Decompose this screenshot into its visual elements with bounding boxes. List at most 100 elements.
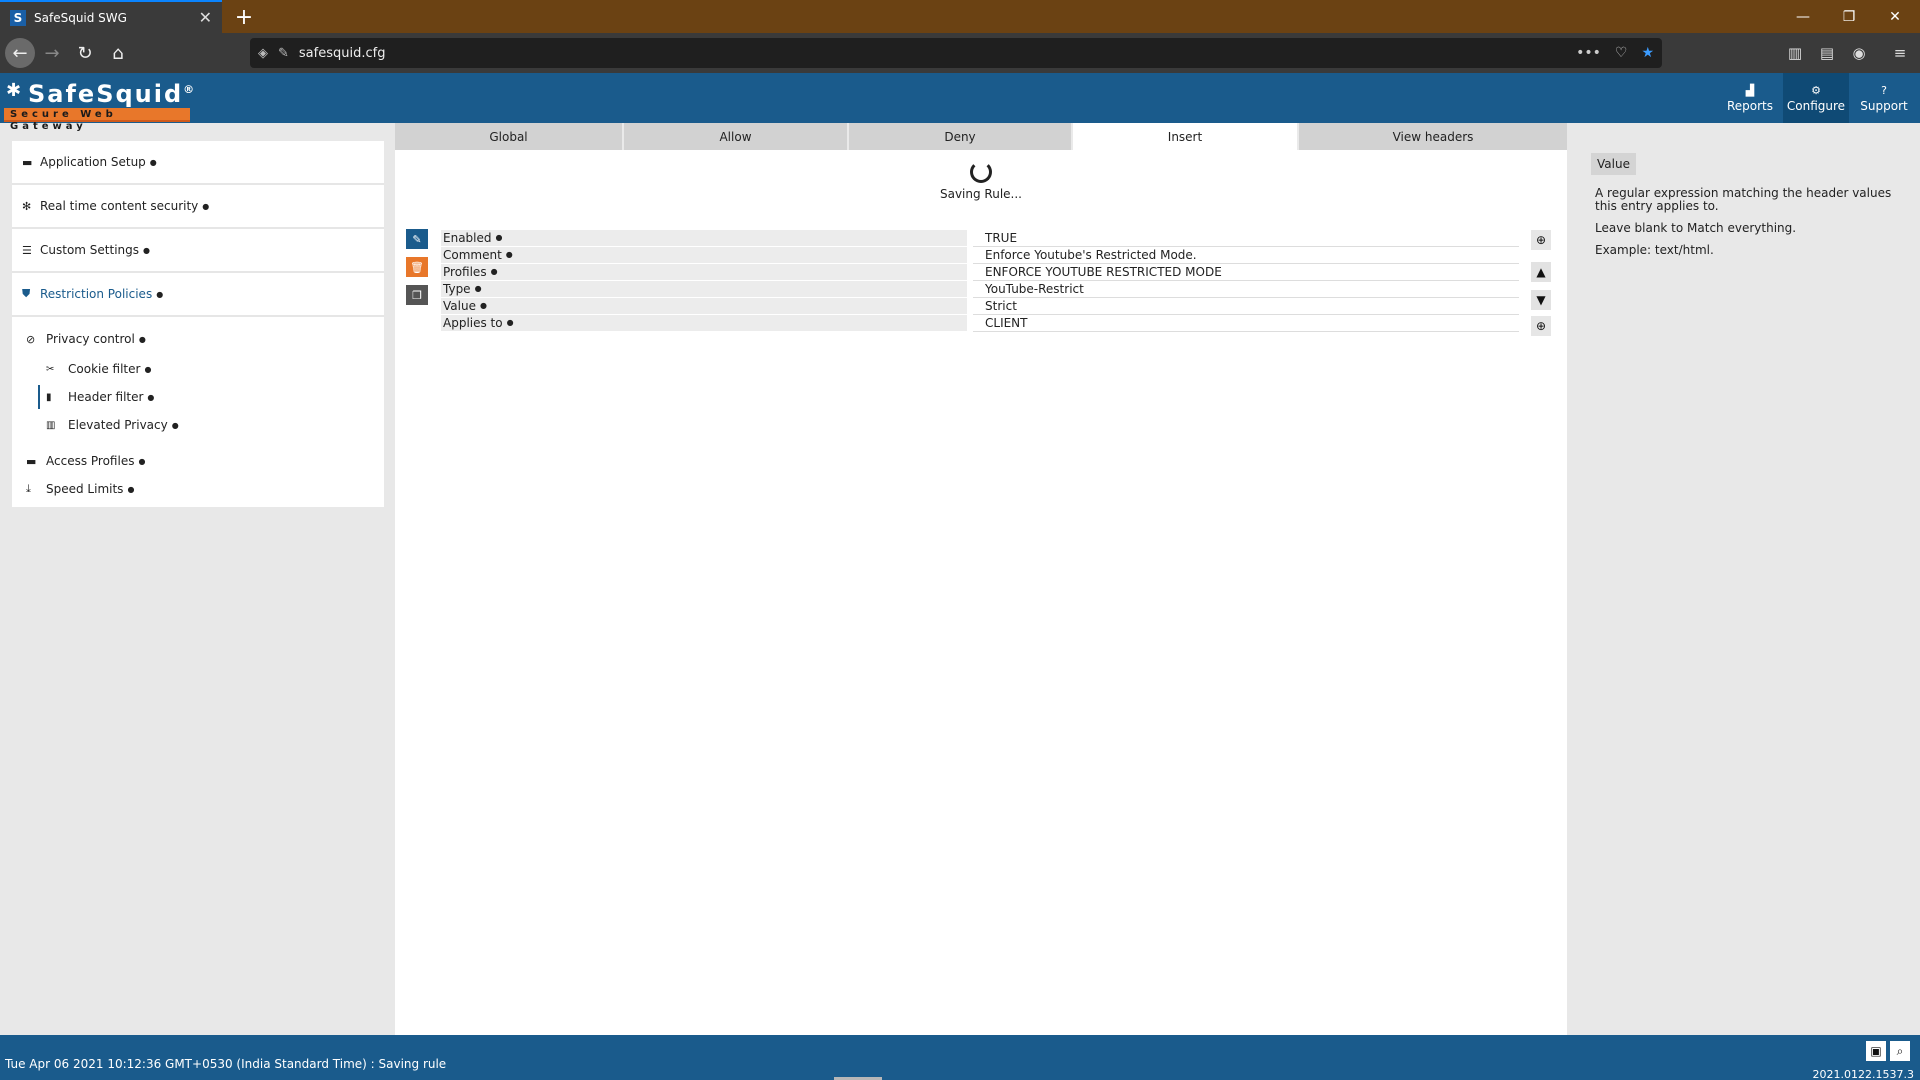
menu-icon[interactable]: ≡	[1885, 38, 1915, 68]
info-icon[interactable]: ●	[507, 318, 514, 327]
sidebar-item-header-filter[interactable]: ▮ Header filter ●	[26, 383, 384, 411]
rule-value[interactable]: Enforce Youtube's Restricted Mode.	[973, 247, 1519, 264]
safesquid-logo[interactable]: ✱ SafeSquid® Secure Web Gateway	[4, 77, 194, 132]
info-icon[interactable]: ●	[138, 457, 145, 466]
sidebar-toggle-icon[interactable]: ▤	[1812, 38, 1842, 68]
info-icon[interactable]: ●	[156, 290, 163, 299]
minimize-icon[interactable]: —	[1780, 0, 1826, 33]
chart-icon: ▟	[1745, 83, 1755, 97]
tab-view-headers[interactable]: View headers	[1299, 123, 1567, 150]
pocket-icon[interactable]: ♡	[1615, 45, 1628, 61]
info-icon[interactable]: ●	[144, 365, 151, 374]
rule-actions: ✎ 🗑 ❐	[406, 229, 428, 313]
sidebar-item-access-profiles[interactable]: ▬ Access Profiles ●	[26, 449, 384, 473]
sidebar-item-custom-settings[interactable]: ☰ Custom Settings ●	[12, 229, 384, 273]
rule-row-enabled[interactable]: Enabled ● TRUE	[441, 230, 1519, 247]
save-config-icon[interactable]: ▣	[1866, 1041, 1886, 1061]
help-icon: ?	[1881, 83, 1887, 97]
help-line: Leave blank to Match everything.	[1595, 221, 1797, 235]
shield-icon: ⛊	[22, 287, 31, 300]
url-text[interactable]: safesquid.cfg	[299, 46, 1576, 61]
sidebar-item-real-time-content-security[interactable]: ✻ Real time content security ●	[12, 185, 384, 229]
tab-deny[interactable]: Deny	[849, 123, 1073, 150]
rule-entry[interactable]: Enabled ● TRUE Comment ● Enforce Youtube's…	[441, 230, 1519, 332]
rule-label: Type	[443, 282, 471, 296]
rule-row-value[interactable]: Value ● Strict	[441, 298, 1519, 315]
move-down-icon[interactable]: ▼	[1531, 290, 1551, 310]
rule-row-applies-to[interactable]: Applies to ● CLIENT	[441, 315, 1519, 332]
sidebar-item-privacy-control[interactable]: ⊘ Privacy control ●	[26, 327, 384, 351]
edit-icon[interactable]: ✎	[406, 229, 428, 249]
rule-value[interactable]: Strict	[973, 298, 1519, 315]
bookmark-star-icon[interactable]: ★	[1641, 45, 1654, 61]
policy-tabs: Global Allow Deny Insert View headers	[395, 123, 1567, 150]
delete-icon[interactable]: 🗑	[406, 257, 428, 277]
rule-row-profiles[interactable]: Profiles ● ENFORCE YOUTUBE RESTRICTED MOD…	[441, 264, 1519, 281]
nav-reports[interactable]: ▟ Reports	[1718, 73, 1782, 123]
sidebar-item-application-setup[interactable]: ▬ Application Setup ●	[12, 141, 384, 185]
info-icon[interactable]: ●	[139, 335, 146, 344]
info-icon[interactable]: ●	[475, 284, 482, 293]
rule-value[interactable]: ENFORCE YOUTUBE RESTRICTED MODE	[973, 264, 1519, 281]
rule-row-comment[interactable]: Comment ● Enforce Youtube's Restricted Mo…	[441, 247, 1519, 264]
barcode-icon: ▥	[46, 419, 56, 431]
forward-icon[interactable]: →	[37, 38, 67, 68]
insecure-lock-icon[interactable]: ✎	[278, 46, 289, 61]
library-icon[interactable]: ▥	[1780, 38, 1810, 68]
info-icon[interactable]: ●	[202, 202, 209, 211]
help-line: A regular expression matching the header…	[1595, 186, 1892, 213]
more-actions-icon[interactable]: •••	[1576, 45, 1601, 61]
info-icon[interactable]: ●	[496, 233, 503, 242]
briefcase-icon: ▬	[22, 155, 33, 169]
restore-icon[interactable]: ❐	[1826, 0, 1872, 33]
move-up-icon[interactable]: ▲	[1531, 262, 1551, 282]
sidebar-item-cookie-filter[interactable]: ✂ Cookie filter ●	[26, 355, 384, 383]
tab-insert[interactable]: Insert	[1073, 123, 1299, 150]
copy-icon[interactable]: ❐	[406, 285, 428, 305]
tab-allow[interactable]: Allow	[624, 123, 849, 150]
rule-value[interactable]: CLIENT	[973, 315, 1519, 332]
info-icon[interactable]: ●	[150, 158, 157, 167]
info-icon[interactable]: ●	[480, 301, 487, 310]
nav-configure[interactable]: ⚙ Configure	[1783, 73, 1849, 123]
browser-tab-bar: S SafeSquid SWG ✕ + — ❐ ✕	[0, 0, 1920, 33]
home-icon[interactable]: ⌂	[103, 38, 133, 68]
help-text: A regular expression matching the header…	[1595, 187, 1905, 257]
close-tab-icon[interactable]: ✕	[199, 8, 212, 27]
info-icon[interactable]: ●	[172, 421, 179, 430]
info-icon[interactable]: ●	[491, 267, 498, 276]
url-bar[interactable]: ◈ ✎ safesquid.cfg ••• ♡ ★	[250, 38, 1662, 68]
shield-icon[interactable]: ◈	[258, 46, 268, 61]
search-icon[interactable]: ⌕	[1890, 1041, 1910, 1061]
rule-label: Value	[443, 299, 476, 313]
help-title: Value	[1591, 153, 1636, 175]
sidebar-item-speed-limits[interactable]: ⤓ Speed Limits ●	[26, 477, 384, 501]
info-icon[interactable]: ●	[127, 485, 134, 494]
brand-mark: ®	[183, 83, 197, 96]
sidebar: ▬ Application Setup ● ✻ Real time content…	[12, 141, 384, 507]
configure-icon: ⚙	[1811, 83, 1821, 97]
sidebar-item-restriction-policies[interactable]: ⛊ Restriction Policies ●	[12, 273, 384, 317]
back-icon[interactable]: ←	[5, 38, 35, 68]
info-icon[interactable]: ●	[143, 246, 150, 255]
nav-support[interactable]: ? Support	[1852, 73, 1916, 123]
brand-tagline: Secure Web Gateway	[4, 108, 190, 132]
new-tab-icon[interactable]: +	[230, 3, 258, 31]
sidebar-item-elevated-privacy[interactable]: ▥ Elevated Privacy ●	[26, 411, 384, 439]
reload-icon[interactable]: ↻	[70, 38, 100, 68]
app-header: ✱ SafeSquid® Secure Web Gateway ▟ Report…	[0, 73, 1920, 132]
rule-value[interactable]: YouTube-Restrict	[973, 281, 1519, 298]
browser-nav-bar: ← → ↻ ⌂ ◈ ✎ safesquid.cfg ••• ♡ ★ ▥ ▤ ◉ …	[0, 33, 1920, 73]
info-icon[interactable]: ●	[147, 393, 154, 402]
rule-label: Applies to	[443, 316, 503, 330]
tab-global[interactable]: Global	[395, 123, 624, 150]
rule-value[interactable]: TRUE	[973, 230, 1519, 247]
add-rule-above-icon[interactable]: ⊕	[1531, 230, 1551, 250]
info-icon[interactable]: ●	[506, 250, 513, 259]
rule-row-type[interactable]: Type ● YouTube-Restrict	[441, 281, 1519, 298]
browser-tab[interactable]: S SafeSquid SWG ✕	[0, 0, 222, 33]
spinner-icon	[970, 161, 992, 183]
close-window-icon[interactable]: ✕	[1872, 0, 1918, 33]
add-rule-below-icon[interactable]: ⊕	[1531, 316, 1551, 336]
account-icon[interactable]: ◉	[1844, 38, 1874, 68]
